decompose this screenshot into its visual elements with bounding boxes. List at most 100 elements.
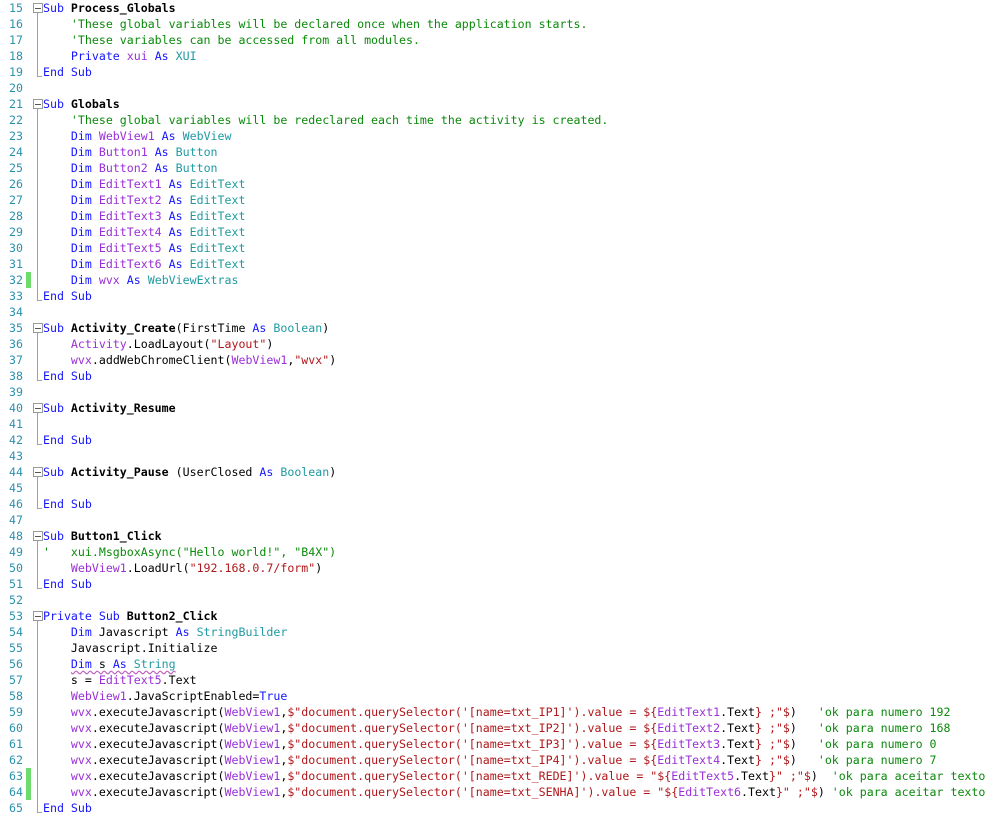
code-line[interactable]: 56 Dim s As String (0, 656, 996, 672)
code-text-line[interactable]: Activity.LoadLayout("Layout") (43, 336, 273, 352)
code-line[interactable]: 20 (0, 80, 996, 96)
collapse-icon[interactable] (33, 99, 43, 109)
code-line[interactable]: 25 Dim Button2 As Button (0, 160, 996, 176)
code-line[interactable]: 55 Javascript.Initialize (0, 640, 996, 656)
code-text-line[interactable]: End Sub (43, 64, 92, 80)
collapse-icon[interactable] (33, 531, 43, 541)
code-text-line[interactable]: wvx.executeJavascript(WebView1,$"documen… (43, 720, 951, 736)
code-text-line[interactable]: End Sub (43, 368, 92, 384)
code-line[interactable]: 45 (0, 480, 996, 496)
code-text-line[interactable]: End Sub (43, 496, 92, 512)
code-line[interactable]: 58 WebView1.JavaScriptEnabled=True (0, 688, 996, 704)
code-line[interactable]: 21 Sub Globals (0, 96, 996, 112)
code-line[interactable]: 48 Sub Button1_Click (0, 528, 996, 544)
code-text-line[interactable]: Sub Process_Globals (43, 0, 176, 16)
code-text-line[interactable]: wvx.executeJavascript(WebView1,$"documen… (43, 736, 937, 752)
collapse-icon[interactable] (33, 3, 43, 13)
code-editor[interactable]: 15 Sub Process_Globals 16 'These global va… (0, 0, 996, 821)
code-line[interactable]: 59 wvx.executeJavascript(WebView1,$"docu… (0, 704, 996, 720)
code-line[interactable]: 37 wvx.addWebChromeClient(WebView1,"wvx"… (0, 352, 996, 368)
code-line[interactable]: 61 wvx.executeJavascript(WebView1,$"docu… (0, 736, 996, 752)
code-line[interactable]: 30 Dim EditText5 As EditText (0, 240, 996, 256)
code-line[interactable]: 17 'These variables can be accessed from… (0, 32, 996, 48)
code-text-line[interactable]: End Sub (43, 432, 92, 448)
code-text-line[interactable]: wvx.executeJavascript(WebView1,$"documen… (43, 704, 951, 720)
collapse-icon[interactable] (33, 467, 43, 477)
code-line[interactable]: 27 Dim EditText2 As EditText (0, 192, 996, 208)
code-line[interactable]: 29 Dim EditText4 As EditText (0, 224, 996, 240)
code-line[interactable]: 33 End Sub (0, 288, 996, 304)
code-text-line[interactable]: Dim s As String (43, 656, 176, 672)
code-line[interactable]: 54 Dim Javascript As StringBuilder (0, 624, 996, 640)
code-line[interactable]: 32 Dim wvx As WebViewExtras (0, 272, 996, 288)
code-line[interactable]: 60 wvx.executeJavascript(WebView1,$"docu… (0, 720, 996, 736)
code-line[interactable]: 46 End Sub (0, 496, 996, 512)
code-line[interactable]: 49 ' xui.MsgboxAsync("Hello world!", "B4X… (0, 544, 996, 560)
code-text-line[interactable]: Dim EditText2 As EditText (43, 192, 246, 208)
code-line[interactable]: 36 Activity.LoadLayout("Layout") (0, 336, 996, 352)
code-text-line[interactable]: Javascript.Initialize (43, 640, 218, 656)
code-line[interactable]: 15 Sub Process_Globals (0, 0, 996, 16)
code-text-line[interactable]: Dim Javascript As StringBuilder (43, 624, 287, 640)
code-line[interactable]: 34 (0, 304, 996, 320)
code-text-line[interactable]: Private xui As XUI (43, 48, 197, 64)
code-line[interactable]: 28 Dim EditText3 As EditText (0, 208, 996, 224)
code-line[interactable]: 42 End Sub (0, 432, 996, 448)
code-line[interactable]: 63 wvx.executeJavascript(WebView1,$"docu… (0, 768, 996, 784)
collapse-icon[interactable] (33, 323, 43, 333)
code-text-line[interactable]: End Sub (43, 288, 92, 304)
code-text-line[interactable]: Dim WebView1 As WebView (43, 128, 232, 144)
code-text-line[interactable]: End Sub (43, 800, 92, 816)
code-line[interactable]: 40 Sub Activity_Resume (0, 400, 996, 416)
collapse-icon[interactable] (33, 611, 43, 621)
code-line[interactable]: 26 Dim EditText1 As EditText (0, 176, 996, 192)
code-text-line[interactable]: 'These global variables will be redeclar… (43, 112, 608, 128)
code-text-line[interactable]: End Sub (43, 576, 92, 592)
code-text-line[interactable]: Dim EditText3 As EditText (43, 208, 246, 224)
code-line[interactable]: 39 (0, 384, 996, 400)
collapse-icon[interactable] (33, 403, 43, 413)
code-line[interactable]: 35 Sub Activity_Create(FirstTime As Boole… (0, 320, 996, 336)
code-text-line[interactable]: Sub Globals (43, 96, 120, 112)
code-text-line[interactable]: 'These global variables will be declared… (43, 16, 588, 32)
code-text-line[interactable]: wvx.addWebChromeClient(WebView1,"wvx") (43, 352, 336, 368)
code-text-line[interactable]: wvx.executeJavascript(WebView1,$"documen… (43, 752, 937, 768)
code-text-line[interactable]: Private Sub Button2_Click (43, 608, 218, 624)
code-line[interactable]: 22 'These global variables will be redec… (0, 112, 996, 128)
code-line[interactable]: 53 Private Sub Button2_Click (0, 608, 996, 624)
code-text-line[interactable]: Dim EditText5 As EditText (43, 240, 246, 256)
code-line[interactable]: 24 Dim Button1 As Button (0, 144, 996, 160)
code-text-line[interactable]: wvx.executeJavascript(WebView1,$"documen… (43, 768, 985, 784)
code-text-line[interactable]: Dim wvx As WebViewExtras (43, 272, 239, 288)
code-line[interactable]: 41 (0, 416, 996, 432)
code-text-line[interactable]: Dim Button1 As Button (43, 144, 218, 160)
code-text-line[interactable]: 'These variables can be accessed from al… (43, 32, 420, 48)
code-line[interactable]: 43 (0, 448, 996, 464)
code-text-line[interactable]: Sub Button1_Click (43, 528, 162, 544)
code-line[interactable]: 31 Dim EditText6 As EditText (0, 256, 996, 272)
code-text-line[interactable]: Dim EditText6 As EditText (43, 256, 246, 272)
code-line[interactable]: 38 End Sub (0, 368, 996, 384)
code-line[interactable]: 57 s = EditText5.Text (0, 672, 996, 688)
code-line[interactable]: 44 Sub Activity_Pause (UserClosed As Bool… (0, 464, 996, 480)
code-line[interactable]: 23 Dim WebView1 As WebView (0, 128, 996, 144)
code-line[interactable]: 51 End Sub (0, 576, 996, 592)
code-line[interactable]: 62 wvx.executeJavascript(WebView1,$"docu… (0, 752, 996, 768)
code-text-line[interactable]: ' xui.MsgboxAsync("Hello world!", "B4X") (43, 544, 336, 560)
code-text-line[interactable]: s = EditText5.Text (43, 672, 197, 688)
code-line[interactable]: 18 Private xui As XUI (0, 48, 996, 64)
code-text-line[interactable]: wvx.executeJavascript(WebView1,$"documen… (43, 784, 985, 800)
code-line[interactable]: 52 (0, 592, 996, 608)
code-line[interactable]: 50 WebView1.LoadUrl("192.168.0.7/form") (0, 560, 996, 576)
code-text-line[interactable]: Dim EditText4 As EditText (43, 224, 246, 240)
code-text-line[interactable]: Dim EditText1 As EditText (43, 176, 246, 192)
code-text-line[interactable]: Dim Button2 As Button (43, 160, 218, 176)
code-text-line[interactable]: WebView1.LoadUrl("192.168.0.7/form") (43, 560, 322, 576)
code-text-line[interactable]: Sub Activity_Resume (43, 400, 176, 416)
code-line[interactable]: 19 End Sub (0, 64, 996, 80)
code-line[interactable]: 64 wvx.executeJavascript(WebView1,$"docu… (0, 784, 996, 800)
code-line[interactable]: 47 (0, 512, 996, 528)
code-text-line[interactable]: Sub Activity_Create(FirstTime As Boolean… (43, 320, 329, 336)
code-text-line[interactable]: WebView1.JavaScriptEnabled=True (43, 688, 287, 704)
code-text-line[interactable]: Sub Activity_Pause (UserClosed As Boolea… (43, 464, 336, 480)
